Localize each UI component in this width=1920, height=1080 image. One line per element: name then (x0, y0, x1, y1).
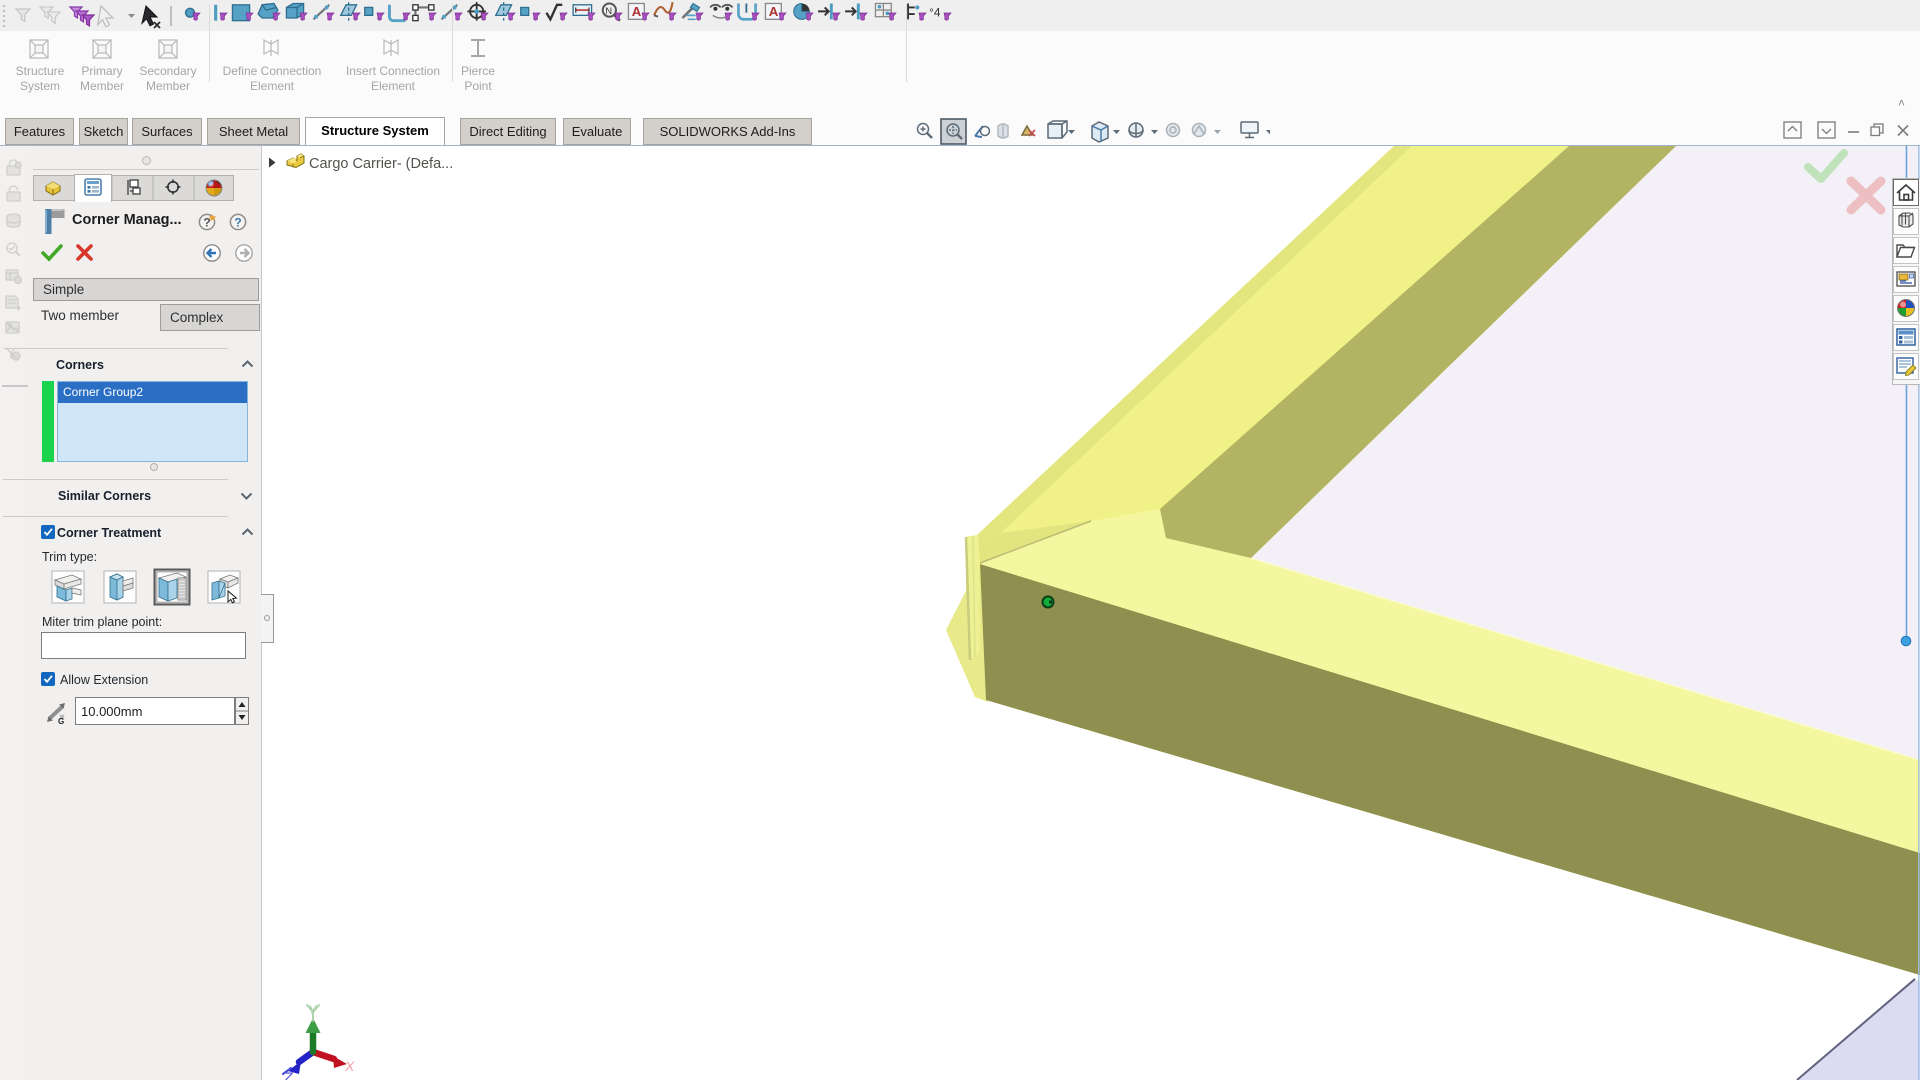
svg-text:G: G (58, 717, 64, 725)
svg-text:Cargo Carrier- (Defa...: Cargo Carrier- (Defa... (309, 156, 453, 172)
svg-text:?: ? (203, 216, 210, 230)
svg-text:?: ? (234, 216, 241, 230)
svg-text:Y: Y (308, 1002, 318, 1017)
svg-text:X: X (344, 1058, 355, 1074)
svg-text:Z: Z (283, 1069, 293, 1080)
